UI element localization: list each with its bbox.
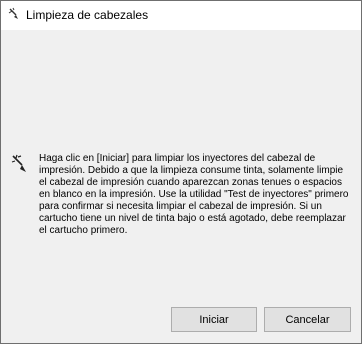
printer-head-icon bbox=[7, 7, 21, 21]
title-bar[interactable]: Limpieza de cabezales bbox=[1, 1, 361, 30]
window-title: Limpieza de cabezales bbox=[26, 8, 149, 22]
nozzle-cleaning-icon bbox=[10, 153, 30, 175]
head-cleaning-dialog: Limpieza de cabezales Haga clic en [Inic… bbox=[0, 0, 362, 344]
dialog-content: Haga clic en [Iniciar] para limpiar los … bbox=[1, 30, 361, 343]
cancel-button[interactable]: Cancelar bbox=[264, 307, 351, 332]
start-button[interactable]: Iniciar bbox=[171, 307, 257, 332]
instruction-message: Haga clic en [Iniciar] para limpiar los … bbox=[39, 153, 349, 236]
